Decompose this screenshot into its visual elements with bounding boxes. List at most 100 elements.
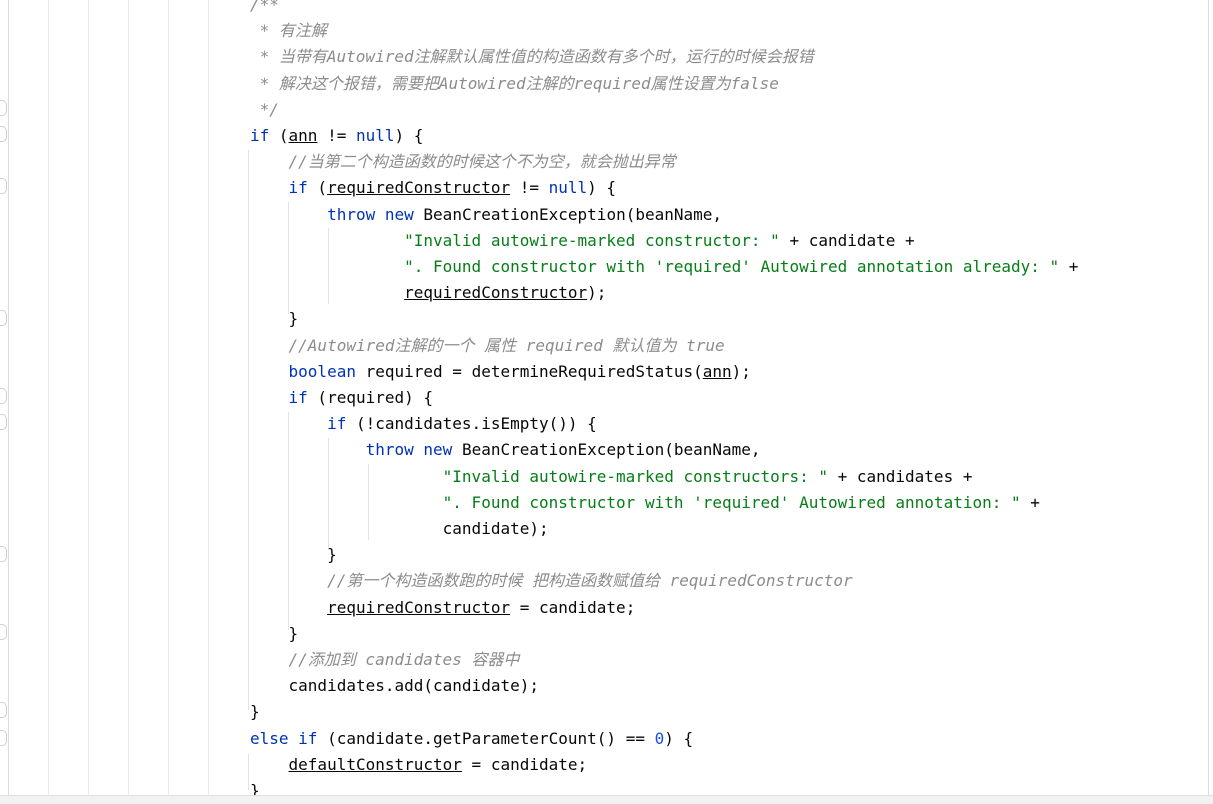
code-line[interactable]: //当第二个构造函数的时候这个不为空，就会抛出异常	[250, 149, 676, 175]
code-token: /**	[250, 0, 279, 14]
code-line[interactable]: throw new BeanCreationException(beanName…	[250, 437, 761, 463]
code-token: */	[250, 99, 279, 119]
code-line[interactable]: * 当带有Autowired注解默认属性值的构造函数有多个时，运行的时候会报错	[250, 44, 814, 70]
code-token: + candidates +	[827, 466, 973, 486]
code-token: +	[1020, 492, 1040, 512]
code-token: ". Found constructor with 'required' Aut…	[442, 492, 1021, 512]
code-token: );	[731, 361, 751, 381]
code-line[interactable]: //添加到 candidates 容器中	[250, 647, 520, 673]
code-line[interactable]: * 解决这个报错，需要把Autowired注解的required属性设置为fal…	[250, 71, 779, 97]
code-token: requiredConstructor	[327, 178, 511, 198]
code-line[interactable]: }	[250, 542, 337, 568]
code-token: }	[250, 545, 337, 565]
code-line[interactable]: }	[250, 699, 260, 725]
code-line[interactable]: ". Found constructor with 'required' Aut…	[250, 490, 1040, 516]
code-token: * 解决这个报错，需要把Autowired注解的required属性设置为fal…	[250, 73, 779, 93]
code-token: new	[384, 204, 414, 224]
code-editor[interactable]: /** * 有注解 * 当带有Autowired注解默认属性值的构造函数有多个时…	[0, 0, 1213, 804]
code-line[interactable]: requiredConstructor);	[250, 280, 606, 306]
code-token: //添加到 candidates 容器中	[288, 650, 520, 669]
code-token: throw	[327, 204, 376, 224]
code-token: }	[250, 309, 299, 329]
code-token: "Invalid autowire-marked constructor: "	[404, 230, 780, 250]
code-token: BeanCreationException(beanName,	[452, 440, 761, 460]
code-token: "Invalid autowire-marked constructors: "	[442, 466, 828, 486]
code-token: candidate);	[250, 519, 549, 538]
code-token: }	[250, 702, 260, 722]
code-line[interactable]: boolean required = determineRequiredStat…	[250, 359, 751, 385]
code-token: requiredConstructor	[327, 597, 511, 617]
code-line[interactable]: candidates.add(candidate);	[250, 673, 539, 699]
code-token: );	[587, 283, 607, 303]
code-line[interactable]: }	[250, 306, 299, 332]
code-token: null	[548, 178, 588, 198]
code-token: (candidate.getParameterCount() ==	[317, 728, 655, 748]
code-line[interactable]: throw new BeanCreationException(beanName…	[250, 202, 722, 228]
code-line[interactable]: "Invalid autowire-marked constructors: "…	[250, 464, 973, 490]
code-line[interactable]: defaultConstructor = candidate;	[250, 752, 588, 778]
code-token: required = determineRequiredStatus(	[355, 361, 703, 381]
code-token: + candidate +	[779, 230, 915, 250]
code-token: (	[269, 126, 289, 145]
code-line[interactable]: ". Found constructor with 'required' Aut…	[250, 254, 1078, 280]
code-token: BeanCreationException(beanName,	[413, 204, 723, 224]
code-token: ) {	[587, 178, 617, 198]
code-token: if	[288, 178, 308, 198]
code-token: if	[250, 126, 270, 145]
code-token: (!candidates.isEmpty()) {	[346, 414, 597, 434]
code-line[interactable]: * 有注解	[250, 18, 327, 44]
code-token: !=	[317, 126, 356, 145]
code-token: throw	[365, 440, 414, 460]
code-line[interactable]: //第一个构造函数跑的时候 把构造函数赋值给 requiredConstruct…	[250, 568, 853, 594]
code-line[interactable]: if (ann != null) {	[250, 123, 423, 149]
code-token: = candidate;	[510, 597, 636, 617]
code-token: = candidate;	[461, 754, 588, 774]
code-token: 0	[654, 728, 665, 748]
code-token: new	[423, 440, 453, 460]
horizontal-scrollbar[interactable]	[0, 795, 1213, 804]
code-token: candidates.add(candidate);	[250, 676, 539, 696]
code-token: ". Found constructor with 'required' Aut…	[404, 257, 1060, 276]
code-token: ann	[288, 126, 318, 145]
code-line[interactable]: "Invalid autowire-marked constructor: " …	[250, 228, 915, 254]
code-token: requiredConstructor	[404, 283, 588, 303]
code-line[interactable]: if (!candidates.isEmpty()) {	[250, 411, 597, 437]
code-token: //第一个构造函数跑的时候 把构造函数赋值给 requiredConstruct…	[327, 571, 853, 591]
code-token: //Autowired注解的一个 属性 required 默认值为 true	[288, 335, 725, 355]
code-line[interactable]: candidate);	[250, 516, 549, 542]
code-token: null	[355, 126, 395, 145]
code-token: +	[1059, 257, 1079, 276]
code-token: boolean	[288, 361, 356, 381]
code-line[interactable]: if (requiredConstructor != null) {	[250, 175, 617, 201]
code-token: !=	[510, 178, 549, 198]
code-line[interactable]: /**	[250, 0, 279, 18]
code-line[interactable]: else if (candidate.getParameterCount() =…	[250, 726, 693, 752]
code-line[interactable]: //Autowired注解的一个 属性 required 默认值为 true	[250, 333, 725, 359]
code-token: (required) {	[307, 388, 434, 407]
code-token: defaultConstructor	[288, 754, 462, 774]
code-line[interactable]: */	[250, 97, 279, 123]
code-line[interactable]: requiredConstructor = candidate;	[250, 595, 635, 621]
code-line[interactable]: }	[250, 621, 299, 647]
code-token: if	[288, 388, 308, 407]
code-line[interactable]: if (required) {	[250, 385, 434, 411]
